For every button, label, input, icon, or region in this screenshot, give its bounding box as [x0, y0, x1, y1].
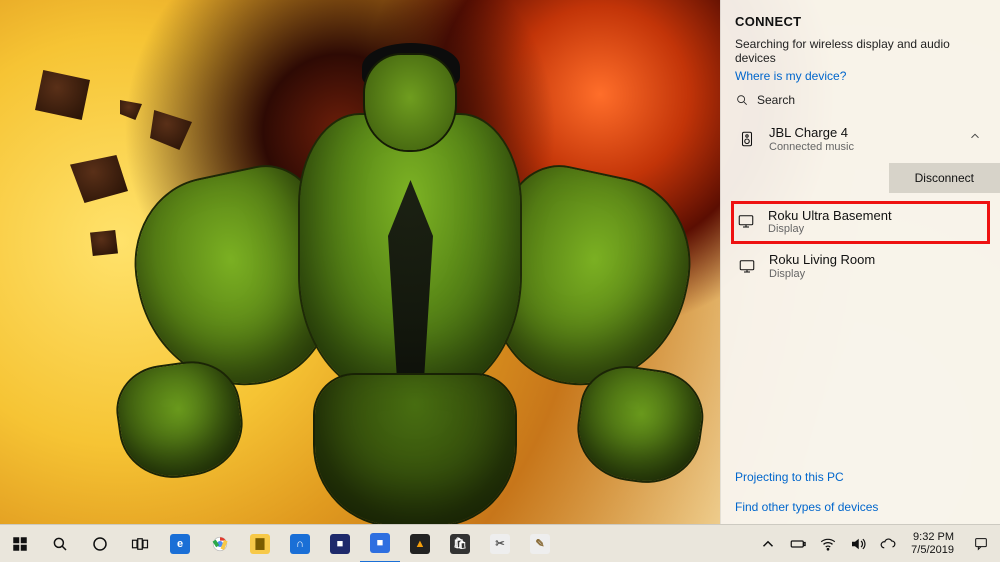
task-view-icon: [131, 535, 149, 553]
search-label: Search: [757, 93, 795, 107]
taskbar: e ▇ ∩ ■ ■ ▲ 🛍 ✂ ✎ 9:32 PM 7/5/2019: [0, 524, 1000, 562]
device-roku-ultra-basement[interactable]: Roku Ultra Basement Display: [731, 201, 990, 245]
device-name: Roku Living Room: [769, 252, 958, 268]
where-is-my-device-link[interactable]: Where is my device?: [735, 69, 986, 83]
connect-status: Searching for wireless display and audio…: [735, 37, 986, 65]
taskbar-app-blue-active[interactable]: ■: [360, 525, 400, 562]
display-icon: [736, 211, 756, 231]
search-input[interactable]: Search: [735, 93, 986, 107]
file-explorer-app[interactable]: ▇: [240, 525, 280, 562]
cloud-icon: [879, 535, 897, 553]
chevron-up-icon: [968, 129, 984, 148]
action-center-button[interactable]: [962, 536, 1000, 552]
search-icon: [51, 535, 69, 553]
action-center-icon: [973, 536, 989, 552]
cortana-button[interactable]: [80, 525, 120, 562]
wifi-icon: [819, 535, 837, 553]
wifi-status[interactable]: [813, 525, 843, 562]
task-view-button[interactable]: [120, 525, 160, 562]
device-name: Roku Ultra Basement: [768, 208, 959, 224]
taskbar-pinned: e ▇ ∩ ■ ■ ▲ 🛍 ✂ ✎: [0, 525, 560, 562]
search-icon: [735, 93, 749, 107]
clock-date: 7/5/2019: [911, 544, 954, 557]
connect-title: CONNECT: [735, 14, 986, 29]
windows-icon: [11, 535, 29, 553]
taskbar-app-feather[interactable]: ✎: [520, 525, 560, 562]
device-name: JBL Charge 4: [769, 125, 958, 141]
taskbar-app-darkblue[interactable]: ■: [320, 525, 360, 562]
device-sub: Connected music: [769, 141, 958, 153]
edge-app[interactable]: e: [160, 525, 200, 562]
chevron-up-icon: [759, 535, 777, 553]
system-tray: 9:32 PM 7/5/2019: [753, 525, 1000, 562]
chrome-icon: [211, 535, 229, 553]
disconnect-button[interactable]: Disconnect: [889, 163, 1000, 193]
tray-overflow-button[interactable]: [753, 525, 783, 562]
onedrive-status[interactable]: [873, 525, 903, 562]
speaker-icon: [737, 129, 757, 149]
debris: [150, 110, 192, 150]
battery-icon: [789, 535, 807, 553]
projecting-to-this-pc-link[interactable]: Projecting to this PC: [735, 470, 986, 484]
connect-panel: CONNECT Searching for wireless display a…: [720, 0, 1000, 524]
device-roku-living-room[interactable]: Roku Living Room Display: [735, 244, 986, 288]
volume-status[interactable]: [843, 525, 873, 562]
battery-status[interactable]: [783, 525, 813, 562]
taskbar-app-snip[interactable]: ✂: [480, 525, 520, 562]
display-icon: [737, 256, 757, 276]
debris: [120, 100, 142, 120]
taskbar-app-warning[interactable]: ▲: [400, 525, 440, 562]
microsoft-store-app[interactable]: 🛍: [440, 525, 480, 562]
volume-icon: [849, 535, 867, 553]
debris: [70, 155, 128, 203]
clock-time: 9:32 PM: [913, 531, 954, 544]
cortana-icon: [91, 535, 109, 553]
taskbar-app-headphones[interactable]: ∩: [280, 525, 320, 562]
chrome-app[interactable]: [200, 525, 240, 562]
taskbar-search[interactable]: [40, 525, 80, 562]
start-button[interactable]: [0, 525, 40, 562]
connected-device-jbl[interactable]: JBL Charge 4 Connected music: [735, 117, 986, 161]
debris: [90, 230, 118, 256]
taskbar-clock[interactable]: 9:32 PM 7/5/2019: [903, 531, 962, 556]
find-other-devices-link[interactable]: Find other types of devices: [735, 500, 986, 514]
debris: [35, 70, 90, 120]
device-sub: Display: [769, 268, 958, 280]
device-sub: Display: [768, 223, 959, 235]
wallpaper-hulk: [100, 25, 715, 524]
